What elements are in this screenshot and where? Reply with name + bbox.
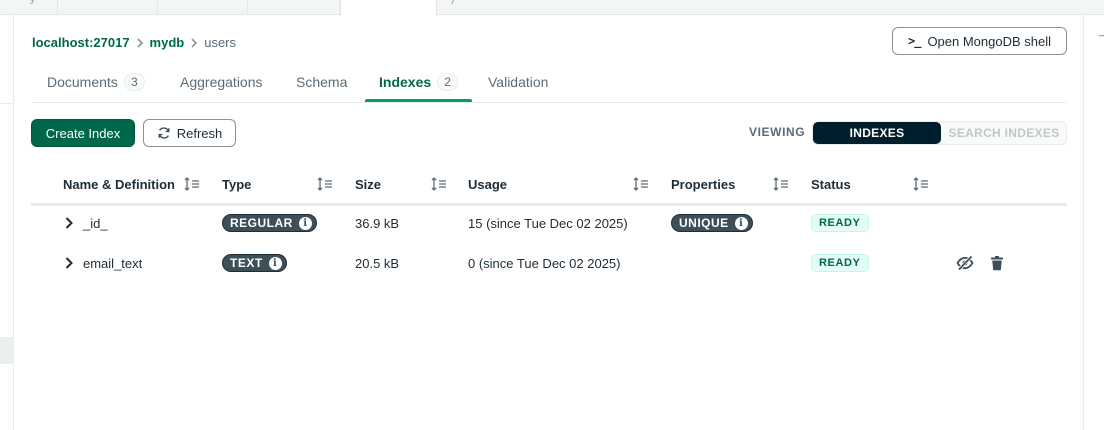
- sort-icon[interactable]: [184, 176, 200, 192]
- tab-label: Documents: [47, 74, 118, 90]
- tab-label: Schema: [296, 74, 348, 90]
- column-header-type[interactable]: Type: [222, 174, 251, 194]
- sort-icon[interactable]: [633, 176, 649, 192]
- tab-count-badge: 2: [437, 73, 459, 91]
- tab-label: Aggregations: [180, 74, 263, 90]
- index-property-badge: UNIQUE i: [671, 214, 753, 232]
- sort-icon[interactable]: [913, 176, 929, 192]
- index-type-badge: REGULAR i: [222, 214, 317, 232]
- breadcrumb-collection: users: [204, 34, 237, 50]
- trash-icon[interactable]: [988, 254, 1006, 272]
- workspace-tab[interactable]: y: [0, 0, 58, 15]
- index-type-badge: TEXT i: [222, 254, 287, 272]
- workspace-tab[interactable]: [158, 0, 248, 15]
- chevron-right-icon[interactable]: [62, 216, 76, 230]
- breadcrumb-db[interactable]: mydb: [150, 35, 185, 50]
- breadcrumb: localhost:27017 mydb users: [32, 33, 236, 51]
- tab-documents[interactable]: Documents 3: [47, 62, 145, 102]
- view-segmented-control: INDEXES SEARCH INDEXES: [812, 121, 1067, 145]
- chevron-right-icon[interactable]: [62, 256, 76, 270]
- index-type-label: REGULAR: [230, 216, 293, 230]
- view-indexes-option[interactable]: INDEXES: [813, 122, 941, 144]
- index-type-label: TEXT: [230, 256, 263, 270]
- index-type-cell: TEXT i: [222, 243, 287, 283]
- index-property-label: UNIQUE: [679, 216, 729, 230]
- chevron-right-icon: [184, 34, 204, 50]
- tab-validation[interactable]: Validation: [488, 62, 548, 102]
- table-row[interactable]: _id_ REGULAR i 36.9 kB 15 (since Tue Dec…: [31, 203, 1067, 243]
- open-shell-label: Open MongoDB shell: [927, 33, 1052, 49]
- sort-icon[interactable]: [431, 176, 447, 192]
- view-search-indexes-option[interactable]: SEARCH INDEXES: [941, 122, 1067, 144]
- column-header-status[interactable]: Status: [811, 174, 851, 194]
- index-name: email_text: [83, 255, 143, 271]
- tab-label: Indexes: [379, 74, 432, 90]
- column-header-properties[interactable]: Properties: [671, 174, 735, 194]
- active-tab-indicator: [365, 99, 472, 102]
- right-panel-edge: ⊣: [1083, 15, 1104, 430]
- open-shell-button[interactable]: >_ Open MongoDB shell: [892, 27, 1067, 55]
- tab-schema[interactable]: Schema: [296, 62, 347, 102]
- index-type-cell: REGULAR i: [222, 203, 317, 243]
- collapse-icon[interactable]: ⊣: [1098, 29, 1104, 43]
- index-name: _id_: [83, 215, 108, 231]
- column-header-usage[interactable]: Usage: [468, 174, 507, 194]
- column-header-name[interactable]: Name & Definition: [63, 174, 175, 194]
- table-row[interactable]: email_text TEXT i 20.5 kB 0 (since Tue D…: [31, 243, 1067, 283]
- column-header-size[interactable]: Size: [355, 174, 381, 194]
- left-panel-edge: [0, 15, 14, 430]
- viewing-label: VIEWING: [749, 125, 806, 139]
- create-index-button[interactable]: Create Index: [31, 119, 135, 147]
- tab-indexes[interactable]: Indexes 2: [379, 62, 459, 102]
- breadcrumb-host[interactable]: localhost:27017: [32, 35, 130, 50]
- index-size: 36.9 kB: [355, 215, 400, 231]
- index-usage: 0 (since Tue Dec 02 2025): [468, 255, 621, 271]
- index-status-cell: READY: [811, 203, 869, 243]
- index-properties-cell: UNIQUE i: [671, 203, 753, 243]
- sort-icon[interactable]: [773, 176, 789, 192]
- workspace-tab[interactable]: [248, 0, 340, 15]
- index-status-cell: READY: [811, 243, 869, 283]
- chevron-right-icon: [130, 34, 150, 50]
- info-icon[interactable]: i: [268, 256, 282, 270]
- status-badge: READY: [811, 214, 869, 232]
- window-tab-strip: y ): [0, 0, 1104, 16]
- info-icon[interactable]: i: [298, 216, 312, 230]
- terminal-prompt-icon: >_: [907, 34, 921, 48]
- collection-tabs: Documents 3 Aggregations Schema Indexes …: [32, 62, 1067, 103]
- tab-count-badge: 3: [123, 73, 145, 91]
- info-icon[interactable]: i: [734, 216, 748, 230]
- refresh-icon: [158, 127, 170, 139]
- workspace-tab[interactable]: [58, 0, 158, 15]
- sort-icon[interactable]: [317, 176, 333, 192]
- tab-aggregations[interactable]: Aggregations: [180, 62, 263, 102]
- refresh-button[interactable]: Refresh: [143, 119, 236, 147]
- tab-label: Validation: [488, 74, 549, 90]
- hide-icon[interactable]: [956, 254, 974, 272]
- status-badge: READY: [811, 254, 869, 272]
- index-usage: 15 (since Tue Dec 02 2025): [468, 215, 628, 231]
- workspace-tab[interactable]: ): [437, 0, 557, 15]
- index-size: 20.5 kB: [355, 255, 400, 271]
- refresh-label: Refresh: [176, 125, 223, 141]
- workspace-tab-active[interactable]: [340, 0, 437, 16]
